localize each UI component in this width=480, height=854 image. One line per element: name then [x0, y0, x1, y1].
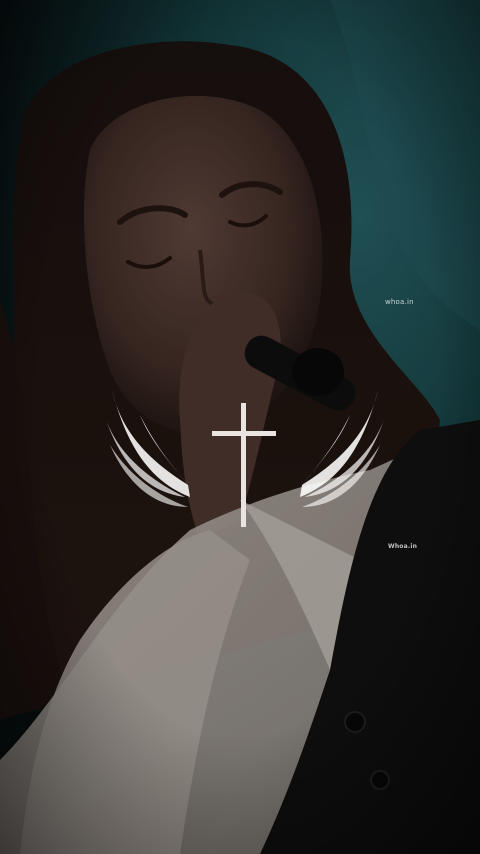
- left-wing-icon: [105, 390, 190, 507]
- watermark-text-secondary: Whoa.in: [388, 543, 418, 550]
- cross-icon: [212, 403, 276, 527]
- right-wing-icon: [300, 390, 385, 507]
- watermark-text: whoa.in: [385, 298, 414, 306]
- wallpaper-screen: whoa.in Whoa.in: [0, 0, 480, 854]
- cross-with-wings-icon: [105, 390, 385, 527]
